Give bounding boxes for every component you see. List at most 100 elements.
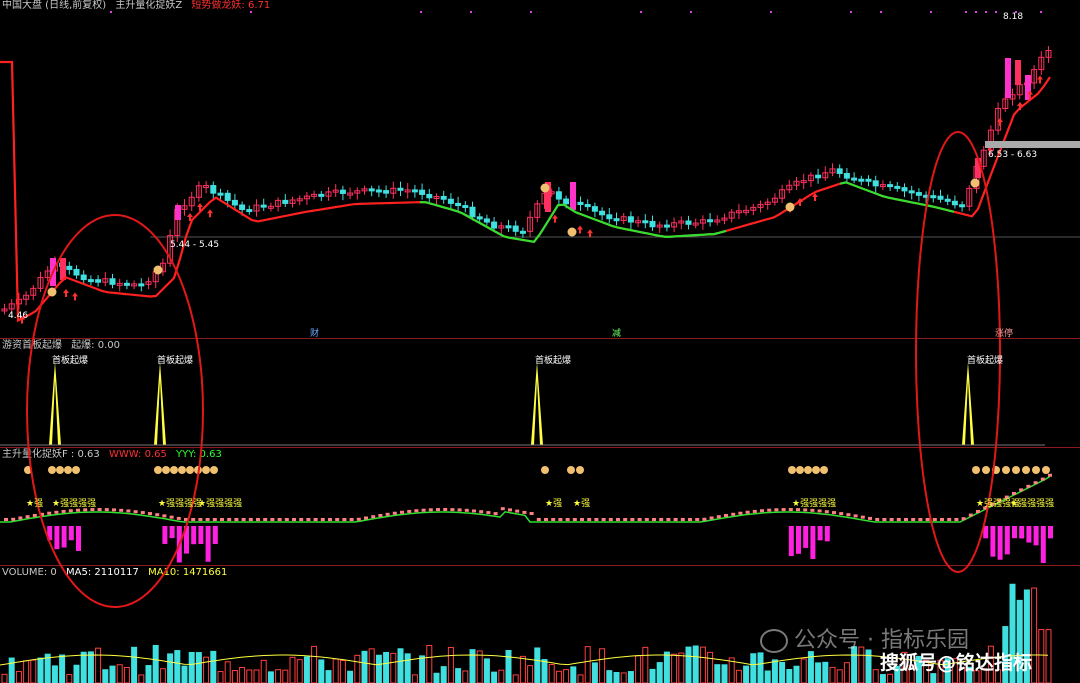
candle-body	[66, 265, 73, 270]
event-marker-reduce[interactable]: 减	[612, 326, 621, 339]
indicator-dot	[529, 512, 534, 515]
indicator-dot	[479, 510, 484, 514]
indicator-dot	[932, 518, 937, 521]
volume-bar	[707, 651, 714, 683]
volume-bar	[865, 649, 872, 683]
volume-bar	[721, 664, 728, 683]
indicator-dot	[1026, 484, 1031, 488]
indicator-dot	[234, 518, 239, 521]
indicator-dot	[652, 518, 656, 521]
volume-bar	[203, 656, 210, 683]
volume-bar	[750, 653, 757, 683]
indicator-dot	[558, 518, 563, 521]
strong-marker: ★强	[545, 499, 563, 509]
indicator-dot	[500, 507, 505, 511]
money-bag-icon	[64, 466, 72, 474]
candle-body	[231, 199, 238, 206]
volume-bar	[347, 670, 354, 683]
volume-bar	[606, 670, 613, 683]
volume-bar	[411, 674, 418, 683]
up-arrow-icon	[1037, 75, 1043, 84]
volume-bar	[23, 660, 30, 683]
event-dot	[965, 11, 967, 13]
candle-body	[1015, 60, 1021, 85]
indicator-dot	[335, 518, 340, 521]
candle-body	[901, 187, 908, 192]
event-dot	[640, 11, 642, 13]
kline-chart[interactable]	[0, 0, 1080, 683]
indicator-dot	[371, 515, 376, 519]
money-bag-icon	[47, 287, 57, 297]
volume-bar	[541, 659, 548, 683]
event-dot	[530, 11, 532, 13]
candle-body	[246, 209, 253, 213]
indicator-dot	[313, 518, 318, 521]
volume-bar	[253, 669, 260, 683]
indicator-bar	[205, 526, 211, 562]
volume-bar	[375, 654, 382, 683]
volume-bar	[87, 651, 94, 683]
indicator-dot	[551, 518, 556, 521]
volume-bar	[116, 664, 123, 683]
volume-bar	[419, 655, 426, 683]
volume-bar	[743, 665, 750, 683]
volume-bar	[188, 651, 195, 683]
volume-bar	[829, 666, 836, 683]
volume-bar	[699, 646, 706, 683]
event-dot	[420, 11, 422, 13]
volume-bar	[195, 652, 202, 683]
indicator-bar	[198, 526, 204, 545]
strong-run-marker: ★强强强强	[198, 499, 243, 509]
indicator-dot	[940, 518, 944, 521]
volume-bar	[563, 669, 570, 683]
indicator-bar	[1033, 526, 1039, 546]
indicator-dot	[140, 511, 145, 515]
candle-body	[217, 192, 224, 196]
event-dot	[690, 11, 692, 13]
indicator-bar	[817, 526, 823, 541]
candle-body	[937, 195, 944, 200]
money-bag-icon	[1032, 466, 1040, 474]
volume-bar	[649, 668, 656, 683]
candle-body	[260, 204, 267, 208]
indicator-dot	[11, 517, 16, 521]
volume-bar	[685, 646, 692, 683]
indicator-dot	[889, 518, 894, 521]
indicator-dot	[1033, 481, 1038, 485]
volume-bar	[138, 674, 145, 683]
indicator-dot	[18, 516, 23, 520]
candle-body	[491, 221, 498, 229]
indicator-bar	[824, 526, 830, 542]
volume-bar	[95, 647, 102, 683]
candle-body	[930, 195, 937, 199]
volume-bar	[303, 656, 310, 683]
indicator-dot	[594, 518, 599, 521]
volume-bar	[483, 658, 490, 683]
signal-label: 首板起爆	[157, 356, 194, 366]
indicator-dot	[673, 518, 678, 521]
indicator-dot	[637, 518, 642, 521]
volume-bar	[426, 644, 433, 683]
indicator-bar	[990, 526, 996, 557]
volume-bar	[109, 665, 116, 683]
indicator-dot	[767, 508, 772, 512]
indicator-bar	[54, 526, 60, 550]
indicator-dot	[428, 508, 433, 512]
indicator-dot	[176, 516, 181, 520]
indicator-dot	[256, 518, 260, 521]
candle-body	[123, 282, 130, 286]
indicator-dot	[832, 511, 836, 515]
indicator-dot	[220, 518, 224, 521]
event-marker-limitup[interactable]: 涨停	[995, 326, 1013, 339]
volume-bar	[361, 650, 368, 683]
event-marker-finance[interactable]: 财	[310, 326, 319, 339]
volume-bar	[930, 673, 937, 683]
indicator-dot	[61, 509, 66, 513]
indicator-dot	[284, 518, 289, 521]
event-dot	[470, 11, 472, 13]
volume-bar	[555, 670, 562, 683]
indicator-dot	[860, 515, 865, 519]
volume-bar	[455, 668, 462, 683]
money-bag-icon	[153, 265, 163, 275]
money-bag-icon	[210, 466, 218, 474]
